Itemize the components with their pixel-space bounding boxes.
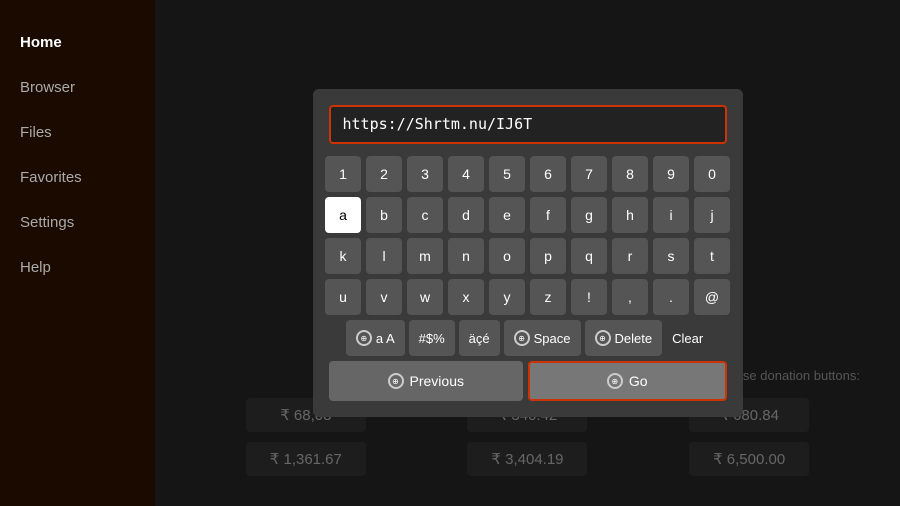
key-0[interactable]: 0 (694, 156, 730, 192)
key-u[interactable]: u (325, 279, 361, 315)
sidebar-item-browser[interactable]: Browser (0, 65, 155, 110)
key-p[interactable]: p (530, 238, 566, 274)
key-t[interactable]: t (694, 238, 730, 274)
sidebar: Home Browser Files Favorites Settings He… (0, 0, 155, 506)
key-d[interactable]: d (448, 197, 484, 233)
keyboard-overlay: https://Shrtm.nu/IJ6T 1 2 3 4 5 6 7 8 9 … (155, 0, 900, 506)
action-row: ⊕ Previous ⊕ Go (329, 361, 727, 401)
key-l[interactable]: l (366, 238, 402, 274)
delete-key[interactable]: ⊕ Delete (585, 320, 663, 356)
key-6[interactable]: 6 (530, 156, 566, 192)
key-8[interactable]: 8 (612, 156, 648, 192)
key-a[interactable]: a (325, 197, 361, 233)
sidebar-item-favorites[interactable]: Favorites (0, 155, 155, 200)
key-w[interactable]: w (407, 279, 443, 315)
key-9[interactable]: 9 (653, 156, 689, 192)
key-5[interactable]: 5 (489, 156, 525, 192)
key-s[interactable]: s (653, 238, 689, 274)
space-icon: ⊕ (514, 330, 530, 346)
letter-row-3: u v w x y z ! , . @ (329, 279, 727, 315)
sidebar-item-files[interactable]: Files (0, 110, 155, 155)
key-j[interactable]: j (694, 197, 730, 233)
key-comma[interactable]: , (612, 279, 648, 315)
keyboard-dialog: https://Shrtm.nu/IJ6T 1 2 3 4 5 6 7 8 9 … (313, 89, 743, 417)
clear-key[interactable]: Clear (666, 320, 709, 356)
previous-button[interactable]: ⊕ Previous (329, 361, 524, 401)
key-o[interactable]: o (489, 238, 525, 274)
key-f[interactable]: f (530, 197, 566, 233)
number-row: 1 2 3 4 5 6 7 8 9 0 (329, 156, 727, 192)
delete-icon: ⊕ (595, 330, 611, 346)
shift-icon: ⊕ (356, 330, 372, 346)
symbols-key[interactable]: #$% (409, 320, 455, 356)
go-button[interactable]: ⊕ Go (528, 361, 727, 401)
letter-row-1: a b c d e f g h i j (329, 197, 727, 233)
url-input-text: https://Shrtm.nu/IJ6T (343, 115, 533, 133)
key-r[interactable]: r (612, 238, 648, 274)
accents-key[interactable]: äçé (459, 320, 500, 356)
key-exclamation[interactable]: ! (571, 279, 607, 315)
key-h[interactable]: h (612, 197, 648, 233)
key-x[interactable]: x (448, 279, 484, 315)
key-m[interactable]: m (407, 238, 443, 274)
key-2[interactable]: 2 (366, 156, 402, 192)
go-icon: ⊕ (607, 373, 623, 389)
key-k[interactable]: k (325, 238, 361, 274)
key-1[interactable]: 1 (325, 156, 361, 192)
key-n[interactable]: n (448, 238, 484, 274)
key-b[interactable]: b (366, 197, 402, 233)
key-c[interactable]: c (407, 197, 443, 233)
url-input-container[interactable]: https://Shrtm.nu/IJ6T (329, 105, 727, 144)
key-v[interactable]: v (366, 279, 402, 315)
key-g[interactable]: g (571, 197, 607, 233)
space-key[interactable]: ⊕ Space (504, 320, 581, 356)
key-4[interactable]: 4 (448, 156, 484, 192)
key-i[interactable]: i (653, 197, 689, 233)
special-row: ⊕ a A #$% äçé ⊕ Space ⊕ Delete Clear (329, 320, 727, 356)
key-at[interactable]: @ (694, 279, 730, 315)
key-q[interactable]: q (571, 238, 607, 274)
key-e[interactable]: e (489, 197, 525, 233)
key-y[interactable]: y (489, 279, 525, 315)
key-period[interactable]: . (653, 279, 689, 315)
sidebar-item-settings[interactable]: Settings (0, 200, 155, 245)
shift-key[interactable]: ⊕ a A (346, 320, 405, 356)
sidebar-item-home[interactable]: Home (0, 20, 155, 65)
letter-row-2: k l m n o p q r s t (329, 238, 727, 274)
key-3[interactable]: 3 (407, 156, 443, 192)
sidebar-item-help[interactable]: Help (0, 245, 155, 290)
key-z[interactable]: z (530, 279, 566, 315)
previous-icon: ⊕ (388, 373, 404, 389)
key-7[interactable]: 7 (571, 156, 607, 192)
